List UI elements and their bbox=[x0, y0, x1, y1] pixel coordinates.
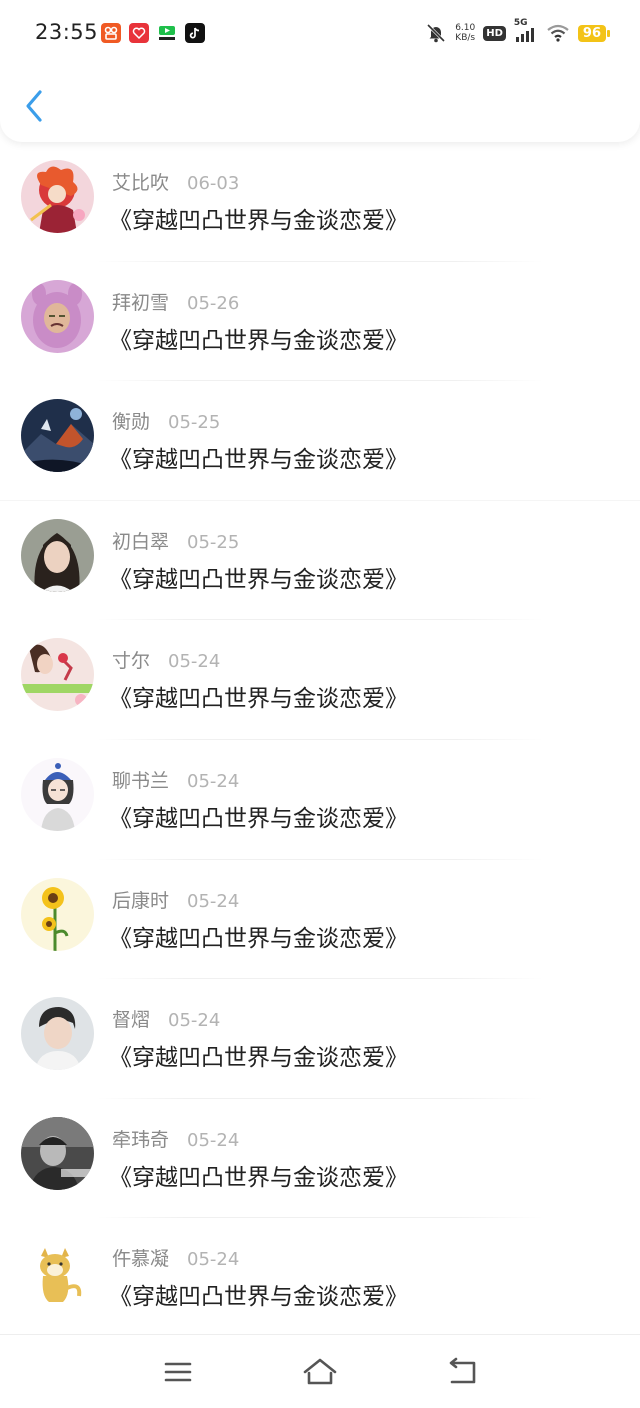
user-name[interactable]: 后康时 bbox=[112, 886, 169, 913]
list-item[interactable]: 牵玮奇 05-24 《穿越凹凸世界与金谈恋爱》 bbox=[0, 1099, 640, 1219]
back-icon bbox=[449, 1357, 476, 1384]
comment-meta: 督熠 05-24 bbox=[112, 1005, 220, 1032]
comment-meta: 牵玮奇 05-24 bbox=[112, 1125, 239, 1152]
comment-date: 05-24 bbox=[187, 1129, 240, 1151]
top-bar: 23:55 6.10 KB/s HD 5G 96 bbox=[0, 0, 640, 142]
mute-bell-icon bbox=[427, 23, 446, 43]
tiktok-app-icon bbox=[185, 23, 205, 43]
comment-content[interactable]: 《穿越凹凸世界与金谈恋爱》 bbox=[109, 799, 408, 833]
system-back-button[interactable] bbox=[442, 1355, 482, 1389]
avatar[interactable] bbox=[21, 877, 94, 951]
comment-content[interactable]: 《穿越凹凸世界与金谈恋爱》 bbox=[109, 440, 408, 474]
user-name[interactable]: 衡勋 bbox=[112, 407, 150, 434]
avatar[interactable] bbox=[21, 638, 94, 712]
menu-button[interactable] bbox=[158, 1355, 198, 1389]
battery-indicator: 96 bbox=[577, 24, 611, 42]
home-icon bbox=[303, 1358, 337, 1385]
kuaishou-app-icon bbox=[101, 23, 121, 43]
comment-meta: 艾比吹 06-03 bbox=[112, 168, 239, 195]
comment-content[interactable]: 《穿越凹凸世界与金谈恋爱》 bbox=[109, 919, 408, 953]
comment-meta: 初白翠 05-25 bbox=[112, 527, 239, 554]
user-name[interactable]: 艾比吹 bbox=[112, 168, 169, 195]
back-button[interactable] bbox=[22, 88, 48, 124]
wifi-icon bbox=[547, 24, 569, 42]
list-item[interactable]: 拜初雪 05-26 《穿越凹凸世界与金谈恋爱》 bbox=[0, 262, 640, 382]
home-button[interactable] bbox=[300, 1355, 340, 1389]
avatar[interactable] bbox=[21, 399, 94, 473]
chevron-left-icon bbox=[26, 90, 42, 122]
signal-icon: 5G bbox=[514, 18, 538, 42]
comment-content[interactable]: 《穿越凹凸世界与金谈恋爱》 bbox=[109, 1277, 408, 1311]
avatar[interactable] bbox=[21, 757, 94, 831]
user-name[interactable]: 督熠 bbox=[112, 1005, 150, 1032]
status-bar: 23:55 6.10 KB/s HD 5G 96 bbox=[0, 18, 640, 52]
hd-badge: HD bbox=[483, 25, 506, 41]
user-name[interactable]: 仵慕凝 bbox=[112, 1244, 169, 1271]
avatar[interactable] bbox=[21, 518, 94, 592]
user-name[interactable]: 聊书兰 bbox=[112, 766, 169, 793]
list-item[interactable]: 后康时 05-24 《穿越凹凸世界与金谈恋爱》 bbox=[0, 860, 640, 980]
heart-app-icon bbox=[129, 23, 149, 43]
list-item[interactable]: 聊书兰 05-24 《穿越凹凸世界与金谈恋爱》 bbox=[0, 740, 640, 860]
comment-content[interactable]: 《穿越凹凸世界与金谈恋爱》 bbox=[109, 560, 408, 594]
comment-date: 05-25 bbox=[187, 531, 240, 553]
status-indicators: 6.10 KB/s HD 5G 96 bbox=[425, 18, 611, 44]
comment-meta: 后康时 05-24 bbox=[112, 886, 239, 913]
user-name[interactable]: 初白翠 bbox=[112, 527, 169, 554]
avatar[interactable] bbox=[21, 1236, 94, 1310]
comment-content[interactable]: 《穿越凹凸世界与金谈恋爱》 bbox=[109, 679, 408, 713]
iqiyi-app-icon bbox=[157, 23, 177, 43]
comment-list: 艾比吹 06-03 《穿越凹凸世界与金谈恋爱》 拜初雪 05-26 《穿越凹凸世… bbox=[0, 142, 640, 1338]
comment-date: 05-26 bbox=[187, 292, 240, 314]
comment-date: 06-03 bbox=[187, 173, 240, 194]
menu-icon bbox=[164, 1362, 192, 1382]
avatar[interactable] bbox=[21, 160, 94, 233]
comment-date: 05-24 bbox=[187, 1249, 240, 1271]
comment-content[interactable]: 《穿越凹凸世界与金谈恋爱》 bbox=[109, 201, 408, 235]
comment-meta: 衡勋 05-25 bbox=[112, 407, 220, 434]
notification-icons bbox=[101, 23, 205, 43]
comment-meta: 寸尔 05-24 bbox=[112, 646, 220, 673]
avatar[interactable] bbox=[21, 1116, 94, 1190]
user-name[interactable]: 寸尔 bbox=[112, 646, 150, 673]
list-item[interactable]: 督熠 05-24 《穿越凹凸世界与金谈恋爱》 bbox=[0, 979, 640, 1099]
status-time: 23:55 bbox=[35, 20, 99, 44]
comment-date: 05-25 bbox=[168, 412, 221, 434]
comment-date: 05-24 bbox=[187, 890, 240, 912]
network-speed-unit: KB/s bbox=[455, 33, 476, 43]
network-speed-value: 6.10 bbox=[455, 23, 476, 33]
comment-content[interactable]: 《穿越凹凸世界与金谈恋爱》 bbox=[109, 1038, 408, 1072]
user-name[interactable]: 拜初雪 bbox=[112, 288, 169, 315]
list-item[interactable]: 仵慕凝 05-24 《穿越凹凸世界与金谈恋爱》 bbox=[0, 1218, 640, 1338]
comment-meta: 拜初雪 05-26 bbox=[112, 288, 239, 315]
avatar[interactable] bbox=[21, 997, 94, 1071]
list-item[interactable]: 衡勋 05-25 《穿越凹凸世界与金谈恋爱》 bbox=[0, 381, 640, 501]
avatar[interactable] bbox=[21, 279, 94, 353]
comment-date: 05-24 bbox=[168, 651, 221, 673]
list-item[interactable]: 寸尔 05-24 《穿越凹凸世界与金谈恋爱》 bbox=[0, 620, 640, 740]
comment-meta: 聊书兰 05-24 bbox=[112, 766, 239, 793]
list-item[interactable]: 初白翠 05-25 《穿越凹凸世界与金谈恋爱》 bbox=[0, 501, 640, 621]
comment-content[interactable]: 《穿越凹凸世界与金谈恋爱》 bbox=[109, 1158, 408, 1192]
comment-date: 05-24 bbox=[187, 770, 240, 792]
comment-date: 05-24 bbox=[168, 1010, 221, 1032]
comment-content[interactable]: 《穿越凹凸世界与金谈恋爱》 bbox=[109, 321, 408, 355]
user-name[interactable]: 牵玮奇 bbox=[112, 1125, 169, 1152]
system-nav-bar bbox=[0, 1334, 640, 1408]
list-item[interactable]: 艾比吹 06-03 《穿越凹凸世界与金谈恋爱》 bbox=[0, 142, 640, 262]
comment-list-page: 23:55 6.10 KB/s HD 5G 96 艾比吹 06-03 《穿越凹凸… bbox=[0, 0, 640, 1408]
network-speed: 6.10 KB/s bbox=[455, 23, 475, 43]
comment-meta: 仵慕凝 05-24 bbox=[112, 1244, 239, 1271]
network-type-label: 5G bbox=[513, 18, 528, 28]
